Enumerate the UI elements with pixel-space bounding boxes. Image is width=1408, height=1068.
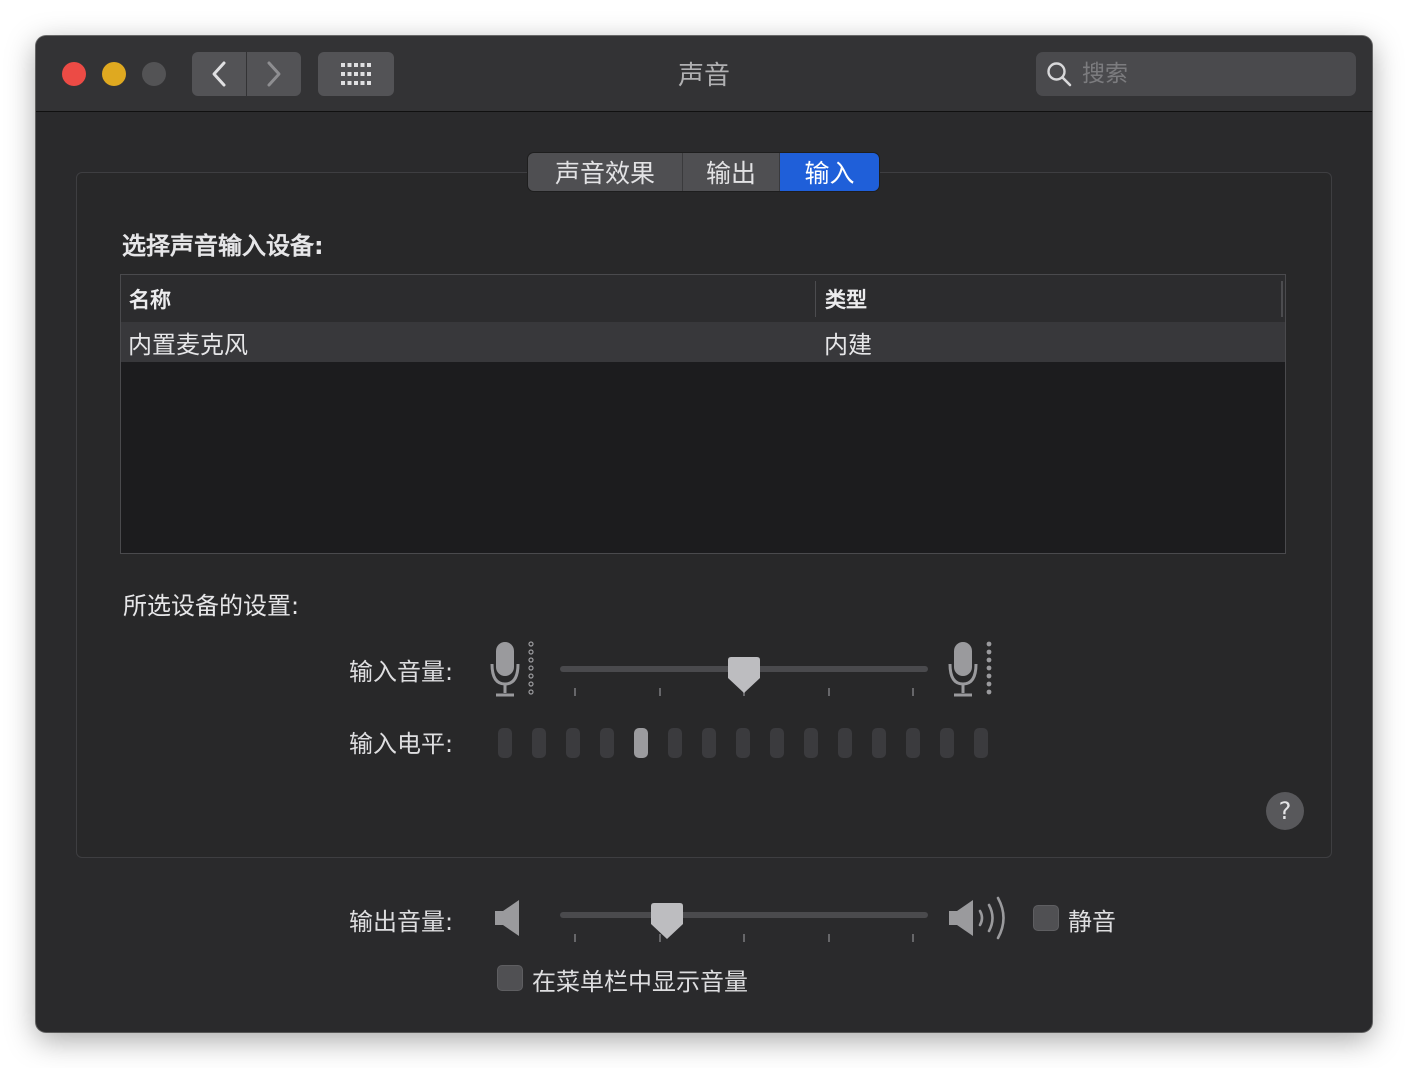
grid-icon <box>341 63 371 85</box>
device-type-cell: 内建 <box>824 330 872 359</box>
mute-label[interactable]: 静音 <box>1068 902 1116 937</box>
level-meter-segment <box>940 728 954 758</box>
level-meter-segment <box>736 728 750 758</box>
back-button[interactable] <box>192 52 246 96</box>
device-settings-heading: 所选设备的设置: <box>123 592 300 620</box>
level-meter-segment <box>600 728 614 758</box>
column-divider[interactable] <box>815 281 816 317</box>
level-meter-segment <box>498 728 512 758</box>
level-meter-segment <box>532 728 546 758</box>
level-meter-segment <box>634 728 648 758</box>
chevron-left-icon <box>212 61 226 87</box>
table-header: 名称 类型 <box>121 275 1285 323</box>
level-meter-segment <box>702 728 716 758</box>
slider-tick <box>574 688 576 696</box>
show-volume-in-menubar-checkbox[interactable] <box>497 965 523 991</box>
level-meter-segment <box>974 728 988 758</box>
level-meter-segment <box>804 728 818 758</box>
close-button[interactable] <box>62 62 86 86</box>
mute-checkbox[interactable] <box>1033 905 1059 931</box>
level-meter-segment <box>566 728 580 758</box>
column-divider <box>1281 281 1283 317</box>
slider-tick <box>828 934 830 942</box>
title-bar: 声音 <box>36 36 1372 112</box>
search-input[interactable] <box>1080 60 1344 88</box>
tab-sound-effects[interactable]: 声音效果 <box>528 153 683 191</box>
input-volume-slider-thumb[interactable] <box>727 656 761 694</box>
speaker-high-icon <box>949 896 1005 940</box>
output-volume-slider[interactable] <box>560 912 928 918</box>
sound-preferences-window: 声音 声音效果 输出 输入 选择声音输入设备: 名称 类型 内置麦克风 内建 所… <box>36 36 1372 1032</box>
level-meter-segment <box>906 728 920 758</box>
device-list-heading: 选择声音输入设备: <box>122 232 324 260</box>
level-meter-segment <box>770 728 784 758</box>
microphone-low-icon <box>490 641 534 697</box>
search-field[interactable] <box>1036 52 1356 96</box>
input-level-label: 输入电平: <box>349 730 454 758</box>
slider-tick <box>743 934 745 942</box>
level-meter-segment <box>872 728 886 758</box>
slider-tick <box>574 934 576 942</box>
tab-bar: 声音效果 输出 输入 <box>528 153 879 191</box>
forward-button[interactable] <box>247 52 301 96</box>
tab-output[interactable]: 输出 <box>683 153 780 191</box>
search-icon <box>1046 61 1072 87</box>
speaker-low-icon <box>495 900 519 936</box>
level-meter-segment <box>838 728 852 758</box>
input-device-table: 名称 类型 内置麦克风 内建 <box>120 274 1286 554</box>
slider-tick <box>912 688 914 696</box>
column-header-name[interactable]: 名称 <box>129 275 171 322</box>
slider-tick <box>659 688 661 696</box>
output-volume-label: 输出音量: <box>349 908 454 936</box>
table-row[interactable]: 内置麦克风 内建 <box>121 322 1285 362</box>
column-header-type[interactable]: 类型 <box>825 275 867 322</box>
zoom-button <box>142 62 166 86</box>
show-volume-in-menubar-label[interactable]: 在菜单栏中显示音量 <box>532 962 748 997</box>
minimize-button[interactable] <box>102 62 126 86</box>
output-volume-slider-thumb[interactable] <box>650 902 684 940</box>
tab-input[interactable]: 输入 <box>780 153 879 191</box>
help-button[interactable]: ? <box>1266 792 1304 830</box>
slider-tick <box>912 934 914 942</box>
chevron-right-icon <box>267 61 281 87</box>
show-all-button[interactable] <box>318 52 394 96</box>
microphone-high-icon <box>948 641 992 697</box>
slider-tick <box>828 688 830 696</box>
level-meter-segment <box>668 728 682 758</box>
device-name-cell: 内置麦克风 <box>128 330 248 359</box>
input-volume-label: 输入音量: <box>349 658 454 686</box>
